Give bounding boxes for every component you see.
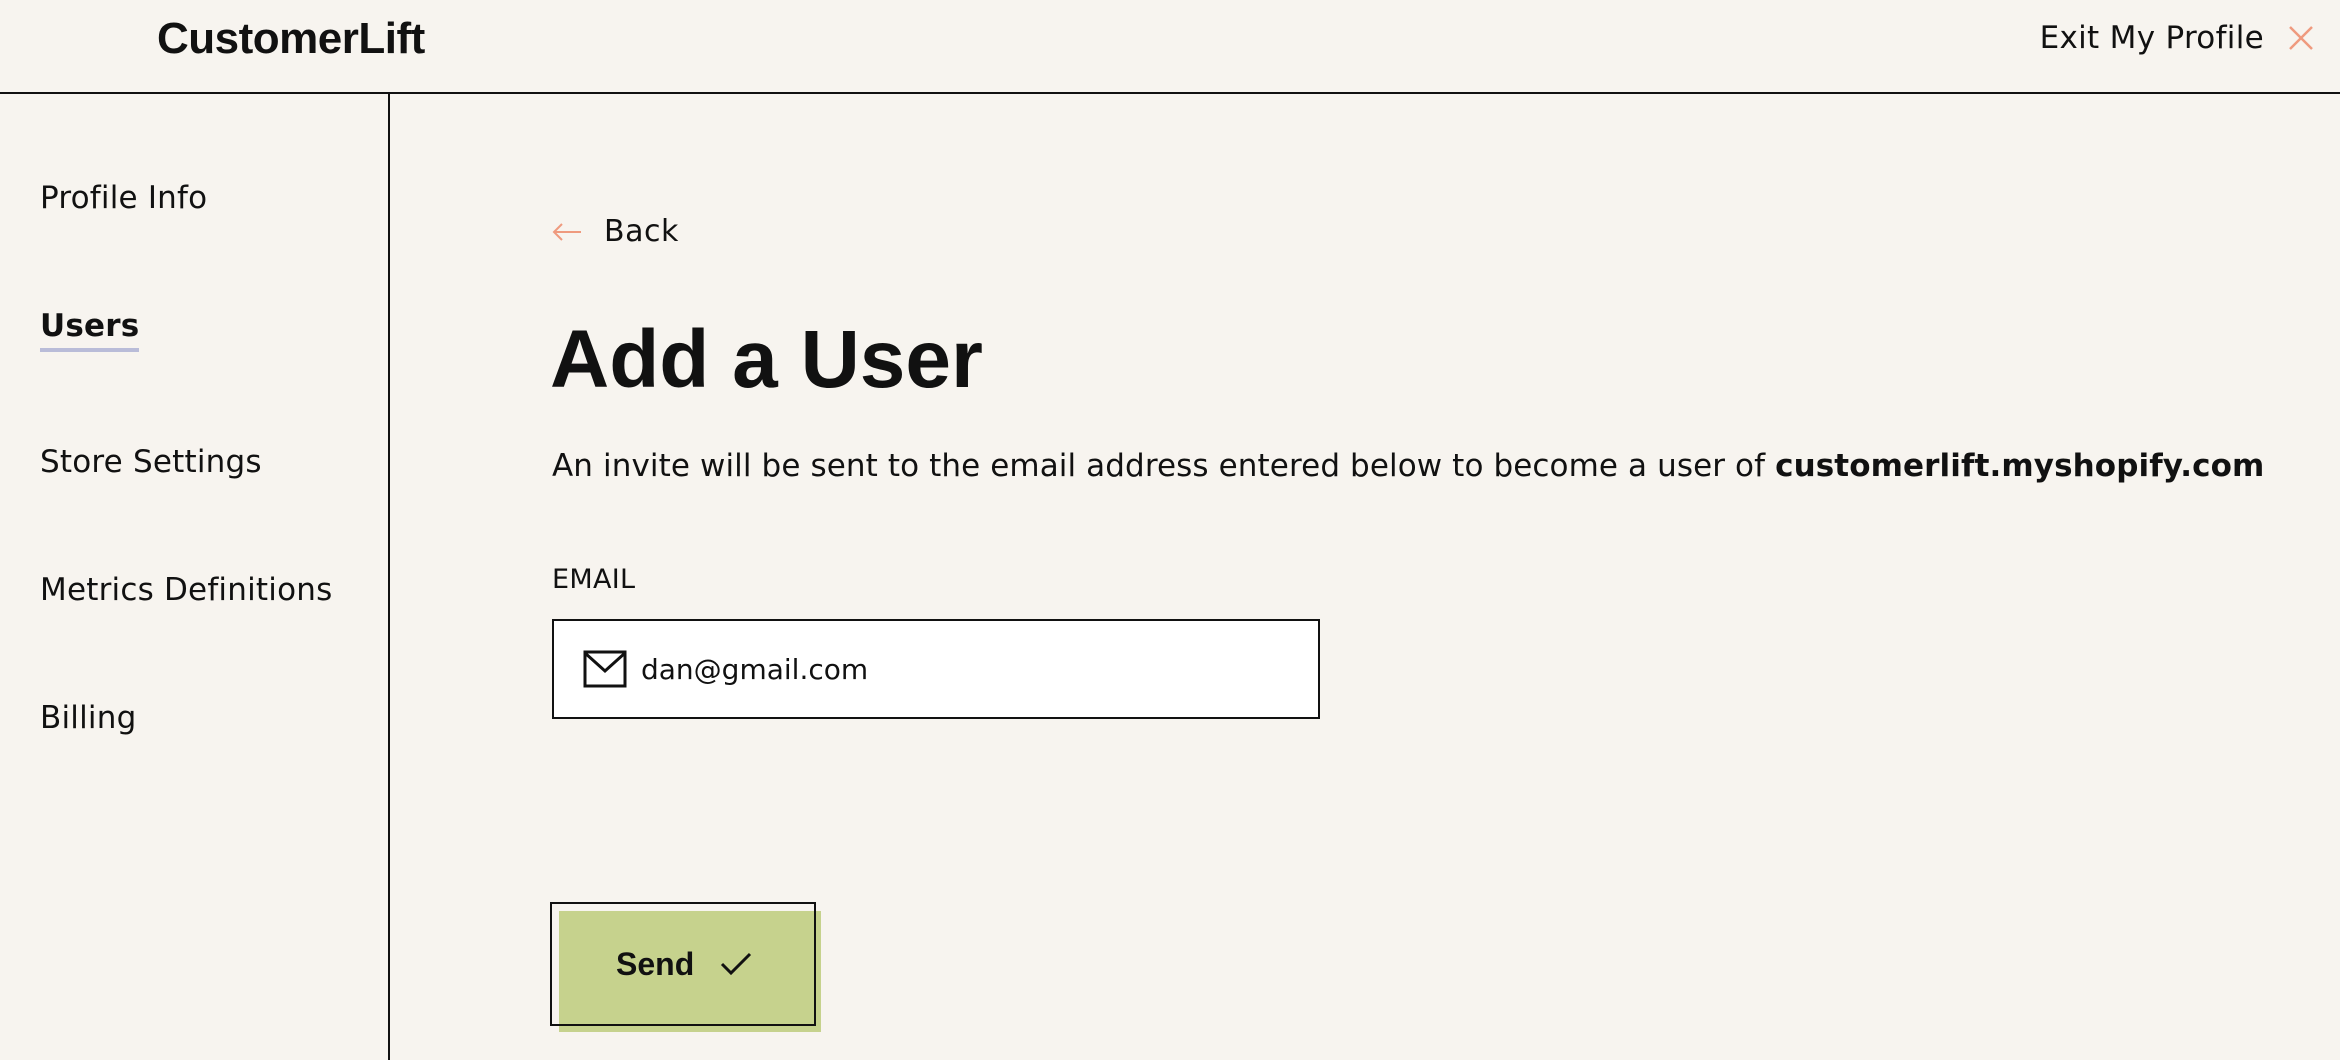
store-domain: customerlift.myshopify.com xyxy=(1775,448,2265,484)
close-icon[interactable] xyxy=(2288,25,2314,51)
exit-profile-label: Exit My Profile xyxy=(2039,20,2264,56)
back-link[interactable]: Back xyxy=(552,212,679,252)
sidebar-item-profile-info[interactable]: Profile Info xyxy=(40,178,207,218)
sidebar-item-metrics-definitions[interactable]: Metrics Definitions xyxy=(40,570,332,610)
sidebar-item-store-settings[interactable]: Store Settings xyxy=(40,442,262,482)
back-label: Back xyxy=(604,214,679,249)
sidebar-item-users[interactable]: Users xyxy=(40,306,140,352)
top-header: CustomerLift Exit My Profile xyxy=(0,0,2340,94)
exit-profile-button[interactable]: Exit My Profile xyxy=(2040,18,2314,58)
arrow-left-icon xyxy=(552,223,581,241)
send-button-wrapper: Send xyxy=(550,902,821,1032)
email-field[interactable] xyxy=(552,619,1320,719)
mail-icon xyxy=(583,650,627,688)
invite-description-text: An invite will be sent to the email addr… xyxy=(552,448,1776,484)
email-field-label: EMAIL xyxy=(552,564,636,595)
settings-sidebar: Profile Info Users Store Settings Metric… xyxy=(0,94,390,1060)
invite-description: An invite will be sent to the email addr… xyxy=(552,446,2264,486)
email-input[interactable] xyxy=(641,652,1281,686)
page-title: Add a User xyxy=(550,314,983,405)
app-logo[interactable]: CustomerLift xyxy=(157,12,425,66)
send-label: Send xyxy=(616,946,695,982)
sidebar-item-billing[interactable]: Billing xyxy=(40,698,136,738)
send-button[interactable]: Send xyxy=(550,902,816,1026)
check-icon xyxy=(721,952,752,976)
